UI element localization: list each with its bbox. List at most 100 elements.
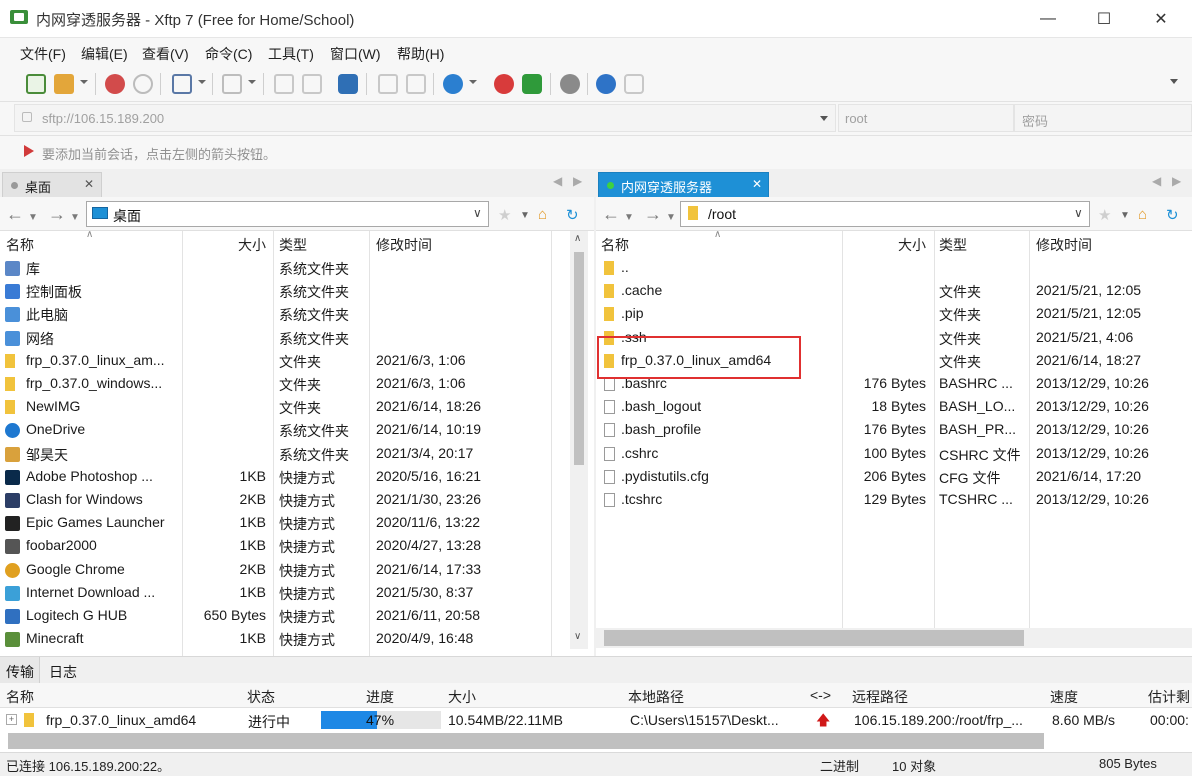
close-icon[interactable]: ✕ [84,177,94,191]
transfer-col-progress[interactable]: 进度 [366,687,394,707]
list-item[interactable]: .bash_logout 18 Bytes BASH_LO... 2013/12/29… [596,396,1192,419]
gear-icon[interactable] [560,74,580,94]
transfer-col-local[interactable]: 本地路径 [628,687,684,707]
tab-transfer[interactable]: 传输 [6,662,34,682]
terminal-icon[interactable] [222,74,242,94]
menu-command[interactable]: 命令(C) [205,44,252,64]
tab-next-icon[interactable]: ▶ [1172,174,1181,188]
toolbar-more-icon[interactable] [1170,79,1180,89]
properties-dropdown-icon[interactable] [198,80,206,84]
left-path-input[interactable] [86,201,489,227]
scroll-thumb[interactable] [574,252,584,465]
host-dropdown-icon[interactable] [820,116,828,121]
list-item[interactable]: .. [596,257,1192,280]
favorite-dropdown-icon[interactable]: ▼ [1120,210,1130,221]
list-item[interactable]: 此电脑 系统文件夹 [0,303,570,326]
home-icon[interactable]: ⌂ [1138,206,1147,223]
favorite-icon[interactable]: ★ [498,206,511,224]
transfer-col-direction[interactable]: <-> [810,687,831,703]
scroll-thumb[interactable] [8,733,1044,749]
list-item[interactable]: NewIMG 文件夹 2021/6/14, 18:26 [0,396,570,419]
tab-log[interactable]: 日志 [49,662,77,682]
back-dropdown-icon[interactable]: ▼ [624,209,634,227]
transfer-col-remote[interactable]: 远程路径 [852,687,908,707]
scroll-down-icon[interactable]: ∨ [574,631,581,642]
list-item[interactable]: foobar2000 1KB 快捷方式 2020/4/27, 13:28 [0,535,570,558]
list-item[interactable]: Internet Download ... 1KB 快捷方式 2021/5/30, 8… [0,582,570,605]
back-icon[interactable]: ← [602,205,620,223]
refresh-icon[interactable]: ↻ [1166,206,1179,224]
paste-icon[interactable] [302,74,322,94]
column-header-size[interactable]: 大小 [238,235,266,255]
transfer-row[interactable]: + frp_0.37.0_linux_amd64 进行中 47% 10.54MB… [0,708,1192,732]
help-icon[interactable] [596,74,616,94]
chevron-down-icon[interactable]: ∨ [473,206,482,220]
list-item[interactable]: Epic Games Launcher 1KB 快捷方式 2020/11/6, 13:… [0,512,570,535]
tab-next-icon[interactable]: ▶ [573,174,582,188]
tab-prev-icon[interactable]: ◀ [1152,174,1161,188]
maximize-button[interactable]: ☐ [1081,0,1127,37]
list-item[interactable]: Clash for Windows 2KB 快捷方式 2021/1/30, 23:26 [0,489,570,512]
transfer-icon[interactable] [378,74,398,94]
transfer-col-name[interactable]: 名称 [6,687,34,707]
list-item[interactable]: 控制面板 系统文件夹 [0,280,570,303]
list-item[interactable]: .tcshrc 129 Bytes TCSHRC ... 2013/12/29, 10… [596,489,1192,512]
tab-remote-server[interactable]: 内网穿透服务器 [598,172,769,197]
transfer-col-speed[interactable]: 速度 [1050,687,1078,707]
list-item[interactable]: .bash_profile 176 Bytes BASH_PR... 2013/12/… [596,419,1192,442]
list-item[interactable]: frp_0.37.0_linux_am... 文件夹 2021/6/3, 1:06 [0,350,570,373]
list-item[interactable]: Google Chrome 2KB 快捷方式 2021/6/14, 17:33 [0,559,570,582]
xftp-icon[interactable] [522,74,542,94]
favorite-dropdown-icon[interactable]: ▼ [520,210,530,221]
chevron-down-icon[interactable]: ∨ [1074,206,1083,220]
forward-icon[interactable]: → [644,205,662,223]
list-item[interactable]: 邹昊天 系统文件夹 2021/3/4, 20:17 [0,443,570,466]
list-item[interactable]: 网络 系统文件夹 [0,327,570,350]
copy-icon[interactable] [274,74,294,94]
minimize-button[interactable]: — [1025,0,1071,37]
queue-icon[interactable] [406,74,426,94]
open-folder-icon[interactable] [54,74,74,94]
transfer-col-status[interactable]: 状态 [247,687,275,707]
column-header-type[interactable]: 类型 [939,235,967,255]
disconnect-icon[interactable] [105,74,125,94]
back-dropdown-icon[interactable]: ▼ [28,209,38,227]
right-horizontal-scrollbar[interactable] [596,628,1192,648]
properties-icon[interactable] [172,74,192,94]
list-item[interactable]: .pydistutils.cfg 206 Bytes CFG 文件 2021/6/14… [596,466,1192,489]
forward-icon[interactable]: → [48,205,66,223]
right-path-input[interactable] [680,201,1090,227]
home-icon[interactable]: ⌂ [538,206,547,223]
reconnect-icon[interactable] [133,74,153,94]
list-item[interactable]: Logitech G HUB 650 Bytes 快捷方式 2021/6/11, 20… [0,605,570,628]
list-item[interactable]: Minecraft 1KB 快捷方式 2020/4/9, 16:48 [0,628,570,651]
add-session-arrow-icon[interactable] [22,144,36,158]
column-header-type[interactable]: 类型 [279,235,307,255]
list-item[interactable]: Adobe Photoshop ... 1KB 快捷方式 2020/5/16, 16:… [0,466,570,489]
list-item[interactable]: OneDrive 系统文件夹 2021/6/14, 10:19 [0,419,570,442]
transfer-col-size[interactable]: 大小 [448,687,476,707]
expand-icon[interactable]: + [6,714,17,725]
column-header-name[interactable]: 名称 [6,235,34,255]
menu-view[interactable]: 查看(V) [142,44,189,64]
back-icon[interactable]: ← [6,205,24,223]
xshell-icon[interactable] [494,74,514,94]
menu-window[interactable]: 窗口(W) [330,44,381,64]
menu-file[interactable]: 文件(F) [20,44,66,64]
new-session-icon[interactable] [26,74,46,94]
transfer-col-eta[interactable]: 估计剩 [1148,687,1190,707]
column-header-mtime[interactable]: 修改时间 [376,235,432,255]
menu-help[interactable]: 帮助(H) [397,44,444,64]
column-header-mtime[interactable]: 修改时间 [1036,235,1092,255]
close-icon[interactable]: ✕ [752,177,762,191]
sync-icon[interactable] [338,74,358,94]
open-dropdown-icon[interactable] [80,80,88,84]
chat-icon[interactable] [624,74,644,94]
globe-icon[interactable] [443,74,463,94]
terminal-dropdown-icon[interactable] [248,80,256,84]
list-item[interactable]: .cshrc 100 Bytes CSHRC 文件 2013/12/29, 10:26 [596,443,1192,466]
list-item[interactable]: frp_0.37.0_windows... 文件夹 2021/6/3, 1:06 [0,373,570,396]
favorite-icon[interactable]: ★ [1098,206,1111,224]
list-item[interactable]: .pip 文件夹 2021/5/21, 12:05 [596,303,1192,326]
refresh-icon[interactable]: ↻ [566,206,579,224]
